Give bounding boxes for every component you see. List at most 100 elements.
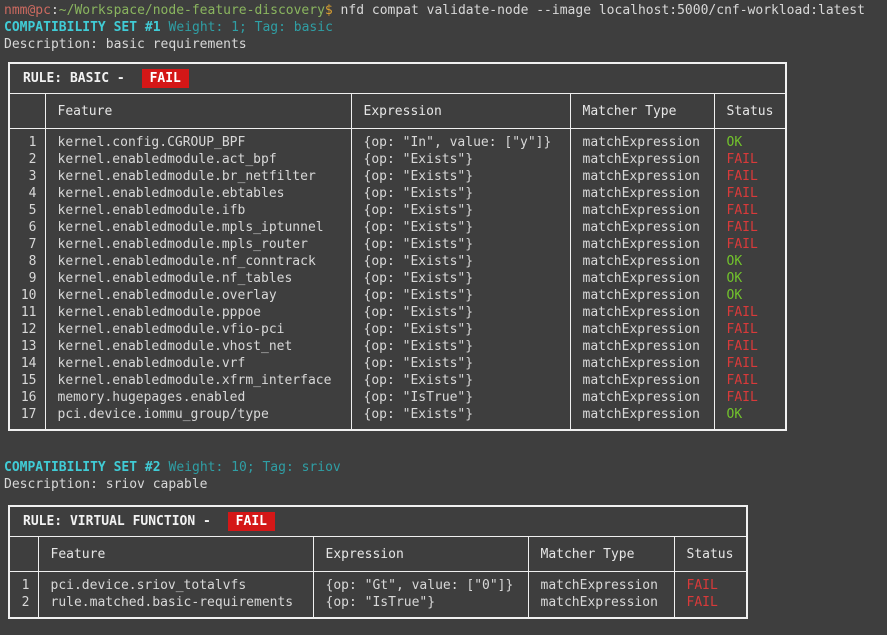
compat-set-1-heading: COMPATIBILITY SET #1Weight: 1; Tag: basi… [4, 19, 887, 36]
table-row: 6kernel.enabledmodule.mpls_iptunnel{op: … [10, 219, 785, 236]
status-cell: OK [714, 406, 785, 429]
prompt-user-host: nmm@pc [4, 3, 51, 18]
table-row: 16memory.hugepages.enabled{op: "IsTrue"}… [10, 389, 785, 406]
expression-cell: {op: "Exists"} [351, 270, 570, 287]
row-number: 13 [10, 338, 45, 355]
results-table-basic: Feature Expression Matcher Type Status 1… [10, 94, 785, 429]
row-number: 2 [10, 594, 38, 617]
matcher-type-cell: matchExpression [570, 253, 714, 270]
row-number: 1 [10, 129, 45, 152]
matcher-type-cell: matchExpression [570, 355, 714, 372]
feature-cell: pci.device.iommu_group/type [45, 406, 351, 429]
expression-cell: {op: "Exists"} [351, 219, 570, 236]
table-row: 13kernel.enabledmodule.vhost_net{op: "Ex… [10, 338, 785, 355]
matcher-type-cell: matchExpression [570, 185, 714, 202]
terminal-window[interactable]: nmm@pc:~/Workspace/node-feature-discover… [4, 2, 887, 619]
column-header-row: Feature Expression Matcher Type Status [10, 94, 785, 129]
expression-cell: {op: "Exists"} [351, 185, 570, 202]
matcher-type-cell: matchExpression [570, 219, 714, 236]
matcher-type-cell: matchExpression [570, 151, 714, 168]
matcher-type-cell: matchExpression [570, 202, 714, 219]
matcher-type-cell: matchExpression [570, 406, 714, 429]
status-cell: FAIL [714, 304, 785, 321]
feature-cell: kernel.enabledmodule.nf_tables [45, 270, 351, 287]
status-cell: OK [714, 287, 785, 304]
table-row: 8kernel.enabledmodule.nf_conntrack{op: "… [10, 253, 785, 270]
status-cell: FAIL [714, 355, 785, 372]
prompt-path: ~/Workspace/node-feature-discovery [59, 3, 325, 18]
expression-cell: {op: "Exists"} [351, 202, 570, 219]
rule-table-virtual-function: RULE: VIRTUAL FUNCTION - FAIL Feature Ex… [8, 505, 748, 619]
prompt-colon: : [51, 3, 59, 18]
feature-cell: kernel.enabledmodule.pppoe [45, 304, 351, 321]
row-number: 4 [10, 185, 45, 202]
row-number: 12 [10, 321, 45, 338]
table-row: 5kernel.enabledmodule.ifb{op: "Exists"}m… [10, 202, 785, 219]
set-title: COMPATIBILITY SET #2 [4, 460, 161, 475]
feature-cell: kernel.config.CGROUP_BPF [45, 129, 351, 152]
expression-cell: {op: "Exists"} [351, 168, 570, 185]
status-cell: FAIL [714, 168, 785, 185]
row-number: 6 [10, 219, 45, 236]
matcher-type-cell: matchExpression [570, 168, 714, 185]
command-text: nfd compat validate-node --image localho… [333, 3, 865, 18]
rule-table-basic: RULE: BASIC - FAIL Feature Expression Ma… [8, 62, 787, 431]
status-cell: FAIL [674, 572, 746, 595]
matcher-type-cell: matchExpression [570, 338, 714, 355]
table-row: 2kernel.enabledmodule.act_bpf{op: "Exist… [10, 151, 785, 168]
table-row: 9kernel.enabledmodule.nf_tables{op: "Exi… [10, 270, 785, 287]
table-row: 1kernel.config.CGROUP_BPF{op: "In", valu… [10, 129, 785, 152]
table-row: 17pci.device.iommu_group/type{op: "Exist… [10, 406, 785, 429]
matcher-type-cell: matchExpression [570, 372, 714, 389]
feature-cell: kernel.enabledmodule.ebtables [45, 185, 351, 202]
row-number: 9 [10, 270, 45, 287]
table-row: 3kernel.enabledmodule.br_netfilter{op: "… [10, 168, 785, 185]
column-header-expression: Expression [313, 537, 528, 572]
feature-cell: kernel.enabledmodule.br_netfilter [45, 168, 351, 185]
expression-cell: {op: "Exists"} [351, 253, 570, 270]
matcher-type-cell: matchExpression [528, 572, 674, 595]
status-cell: FAIL [674, 594, 746, 617]
set-2-description: Description: sriov capable [4, 476, 887, 493]
expression-cell: {op: "Exists"} [351, 151, 570, 168]
feature-cell: kernel.enabledmodule.mpls_router [45, 236, 351, 253]
rule-label: RULE: BASIC - [23, 71, 133, 86]
column-header-matcher-type: Matcher Type [528, 537, 674, 572]
feature-cell: memory.hugepages.enabled [45, 389, 351, 406]
row-number: 16 [10, 389, 45, 406]
column-header-feature: Feature [45, 94, 351, 129]
set-1-description: Description: basic requirements [4, 36, 887, 53]
matcher-type-cell: matchExpression [570, 389, 714, 406]
feature-cell: kernel.enabledmodule.vhost_net [45, 338, 351, 355]
feature-cell: kernel.enabledmodule.nf_conntrack [45, 253, 351, 270]
status-cell: FAIL [714, 321, 785, 338]
table-row: 1pci.device.sriov_totalvfs{op: "Gt", val… [10, 572, 746, 595]
compat-set-2-heading: COMPATIBILITY SET #2 Weight: 10; Tag: sri… [4, 459, 887, 476]
rule-status-badge: FAIL [228, 512, 275, 531]
expression-cell: {op: "IsTrue"} [351, 389, 570, 406]
matcher-type-cell: matchExpression [570, 129, 714, 152]
set-meta: Weight: 10; Tag: sriov [169, 460, 341, 475]
column-header-matcher-type: Matcher Type [570, 94, 714, 129]
column-header-feature: Feature [38, 537, 313, 572]
table-row: 12kernel.enabledmodule.vfio-pci{op: "Exi… [10, 321, 785, 338]
expression-cell: {op: "IsTrue"} [313, 594, 528, 617]
table-row: 14kernel.enabledmodule.vrf{op: "Exists"}… [10, 355, 785, 372]
feature-cell: kernel.enabledmodule.overlay [45, 287, 351, 304]
row-number: 7 [10, 236, 45, 253]
table-row: 7kernel.enabledmodule.mpls_router{op: "E… [10, 236, 785, 253]
row-number: 14 [10, 355, 45, 372]
row-number: 3 [10, 168, 45, 185]
rule-status-badge: FAIL [142, 69, 189, 88]
row-number: 2 [10, 151, 45, 168]
prompt-line: nmm@pc:~/Workspace/node-feature-discover… [4, 2, 887, 19]
status-cell: FAIL [714, 372, 785, 389]
feature-cell: kernel.enabledmodule.xfrm_interface [45, 372, 351, 389]
row-number: 11 [10, 304, 45, 321]
column-header-expression: Expression [351, 94, 570, 129]
feature-cell: kernel.enabledmodule.vfio-pci [45, 321, 351, 338]
column-header-index [10, 94, 45, 129]
expression-cell: {op: "Exists"} [351, 321, 570, 338]
row-number: 15 [10, 372, 45, 389]
column-header-status: Status [674, 537, 746, 572]
